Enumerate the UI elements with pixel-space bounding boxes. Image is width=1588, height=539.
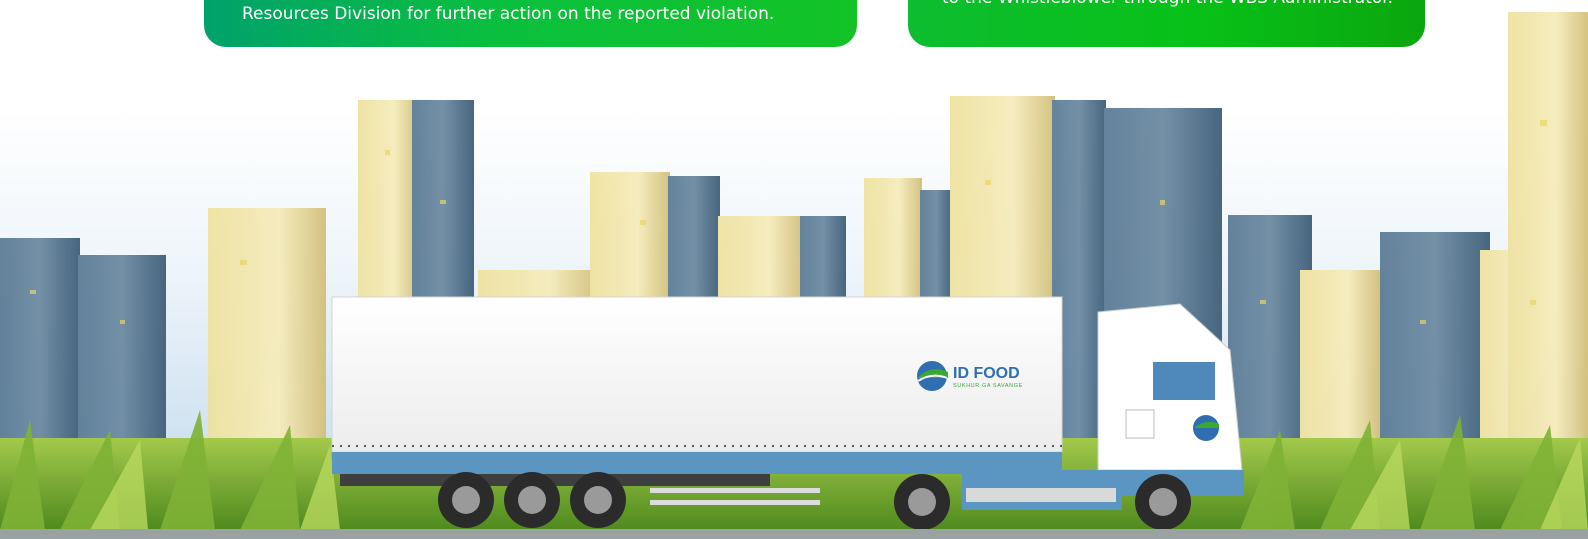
truck-trailer xyxy=(331,296,1063,505)
id-food-logo-text: ID FOOD xyxy=(953,365,1020,382)
road-strip xyxy=(0,529,1588,539)
city-truck-illustration: ID FOOD SUKHUR GA SAVANGE xyxy=(0,12,1588,530)
id-food-logo: ID FOOD SUKHUR GA SAVANGE xyxy=(917,361,1023,391)
id-food-logo-tagline: SUKHUR GA SAVANGE xyxy=(953,383,1023,389)
